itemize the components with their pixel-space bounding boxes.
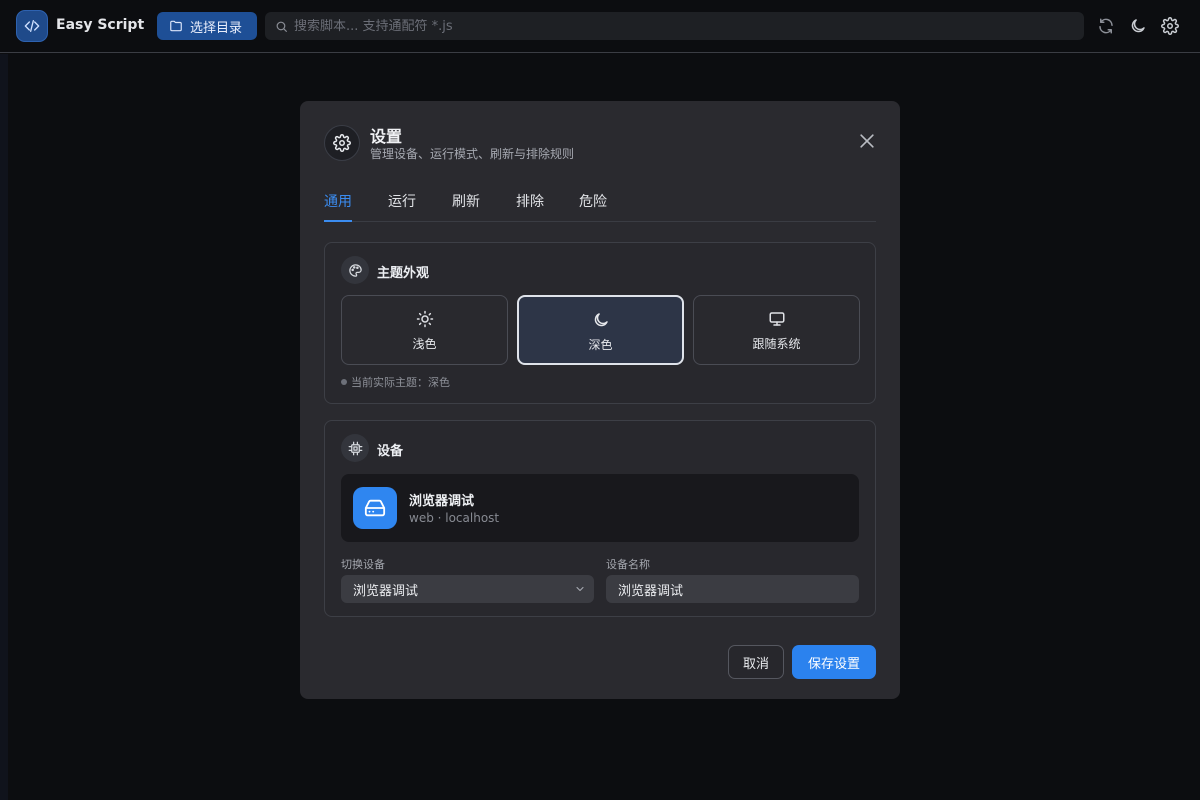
switch-device-value: 浏览器调试 [353, 583, 419, 599]
search-input[interactable] [294, 18, 1054, 34]
close-icon[interactable] [857, 131, 877, 151]
modal-subtitle: 管理设备、运行模式、刷新与排除规则 [370, 147, 575, 161]
theme-option-light[interactable]: 浅色 [341, 295, 508, 365]
code-icon [24, 20, 40, 32]
tab-refresh[interactable]: 刷新 [452, 191, 480, 222]
theme-card: 主题外观 浅色 深色 跟随系统 当前实际主题：深色 [324, 242, 876, 404]
choose-directory-label: 选择目录 [190, 20, 243, 36]
tab-danger[interactable]: 危险 [579, 191, 607, 222]
theme-status-text: 当前实际主题：深色 [351, 376, 450, 389]
switch-device-select[interactable]: 浏览器调试 [341, 575, 594, 603]
theme-card-title: 主题外观 [377, 266, 430, 281]
device-name-label: 设备名称 [606, 558, 650, 571]
cancel-button[interactable]: 取消 [728, 645, 784, 679]
chip-icon [348, 441, 362, 455]
search-icon [276, 21, 287, 32]
tab-run[interactable]: 运行 [388, 191, 416, 222]
device-avatar [353, 487, 397, 529]
save-settings-button[interactable]: 保存设置 [792, 645, 876, 679]
device-card: 设备 浏览器调试 web · localhost 切换设备 浏览器调试 设备名称 [324, 420, 876, 617]
tab-exclude[interactable]: 排除 [516, 191, 544, 222]
sidebar-edge [0, 54, 8, 800]
choose-directory-button[interactable]: 选择目录 [157, 12, 257, 40]
sun-icon [416, 310, 433, 328]
monitor-icon [769, 312, 784, 326]
moon-icon [594, 313, 608, 327]
device-card-icon [341, 434, 369, 462]
theme-option-label: 浅色 [412, 337, 437, 351]
refresh-icon[interactable] [1097, 17, 1115, 35]
modal-header-icon [324, 125, 360, 161]
theme-status: 当前实际主题：深色 [341, 374, 450, 390]
switch-device-label: 切换设备 [341, 558, 385, 571]
tab-general[interactable]: 通用 [324, 191, 352, 222]
device-address: web · localhost [409, 511, 500, 525]
theme-option-dark[interactable]: 深色 [517, 295, 684, 365]
device-card-title: 设备 [377, 444, 404, 459]
theme-option-label: 深色 [588, 338, 613, 352]
search-bar [265, 12, 1084, 40]
settings-modal: 设置 管理设备、运行模式、刷新与排除规则 通用 运行 刷新 排除 危险 主题外观 [300, 101, 900, 699]
theme-card-icon [341, 256, 369, 284]
settings-tabs: 通用 运行 刷新 排除 危险 [324, 187, 876, 222]
theme-option-label: 跟随系统 [752, 337, 801, 351]
gear-icon [333, 134, 351, 152]
palette-icon [348, 263, 362, 277]
folder-icon [170, 20, 182, 32]
theme-option-system[interactable]: 跟随系统 [693, 295, 860, 365]
device-name: 浏览器调试 [409, 494, 475, 509]
status-dot [341, 379, 347, 385]
app-logo [16, 10, 48, 42]
gear-icon[interactable] [1161, 17, 1179, 35]
app-title: Easy Script [56, 17, 145, 33]
device-name-field [606, 575, 859, 603]
chevron-down-icon [576, 586, 584, 592]
modal-title: 设置 [370, 127, 403, 146]
hard-drive-icon [364, 499, 386, 517]
current-device: 浏览器调试 web · localhost [341, 474, 859, 542]
top-bar: Easy Script 选择目录 [0, 0, 1200, 53]
device-name-input[interactable] [618, 581, 848, 597]
moon-icon[interactable] [1129, 17, 1147, 35]
